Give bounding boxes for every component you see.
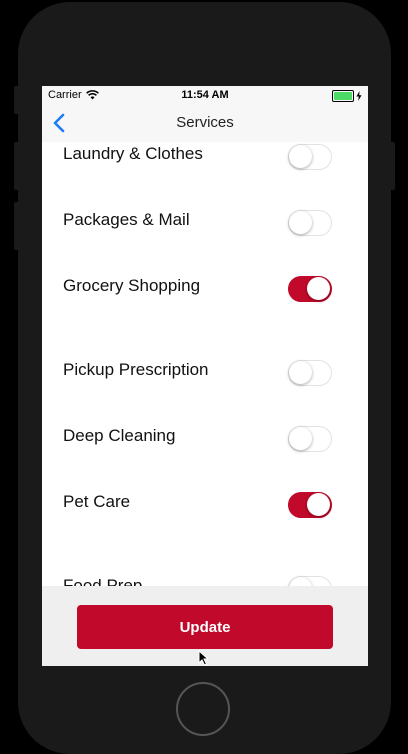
mouse-cursor-icon [198,650,210,666]
volume-down-button [14,202,20,250]
service-toggle[interactable] [288,576,332,586]
service-label: Packages & Mail [63,210,190,229]
toggle-knob [289,145,312,168]
list-item: Packages & Mail [42,200,368,240]
update-button[interactable]: Update [77,605,333,649]
list-item: Food Prep [42,566,368,586]
service-label: Deep Cleaning [63,426,176,445]
service-toggle[interactable] [288,426,332,452]
device: Carrier 11:54 AM Services Laundry & Clot… [0,0,408,754]
screen: Carrier 11:54 AM Services Laundry & Clot… [42,86,368,666]
battery-fill [334,92,352,100]
service-toggle[interactable] [288,492,332,518]
toggle-knob [307,277,330,300]
service-label: Pickup Prescription [63,360,209,379]
toggle-knob [307,493,330,516]
home-button[interactable] [176,682,230,736]
service-label: Grocery Shopping [63,276,201,295]
service-toggle[interactable] [288,276,332,302]
charging-bolt-icon [356,91,362,101]
list-item: Deep Cleaning [42,416,368,456]
battery-icon [332,90,362,102]
service-label: Laundry & Clothes [63,144,203,163]
mute-switch [14,86,20,114]
volume-up-button [14,142,20,190]
page-title: Services [176,114,234,131]
status-time: 11:54 AM [181,89,229,101]
battery-body [332,90,354,102]
toggle-knob [289,577,312,586]
toggle-knob [289,361,312,384]
services-list[interactable]: Laundry & Clothes Packages & Mail Grocer… [42,142,368,586]
list-item: Grocery Shopping [42,266,368,306]
nav-bar: Services [42,104,368,142]
list-item: Laundry & Clothes [42,142,368,174]
service-toggle[interactable] [288,210,332,236]
toggle-knob [289,427,312,450]
list-item: Pickup Prescription [42,350,368,390]
service-toggle[interactable] [288,144,332,170]
toggle-knob [289,211,312,234]
service-label: Food Prep [63,576,143,586]
power-button [389,142,395,190]
service-label: Pet Care [63,492,131,511]
status-bar: Carrier 11:54 AM [42,86,368,104]
list-item: Pet Care [42,482,368,522]
service-toggle[interactable] [288,360,332,386]
